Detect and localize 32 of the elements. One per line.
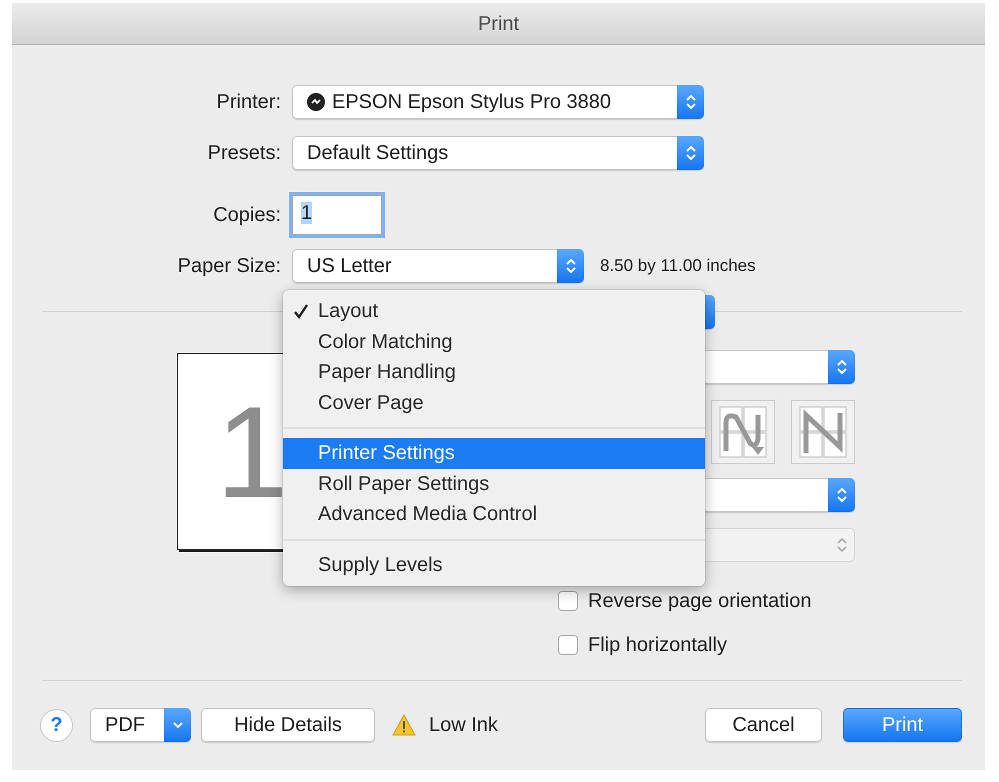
field-label: Paper Size: [176,254,282,279]
chevrons-icon [684,93,696,111]
pdf-menu-button[interactable]: PDF [90,708,191,742]
chevrons-icon [836,486,848,504]
chevrons-icon [684,144,696,162]
chevrons-icon [836,536,848,554]
checkbox[interactable] [558,635,578,655]
page-order-icon[interactable] [711,400,775,464]
warning-icon [392,714,416,736]
copies-field[interactable]: 1 [292,195,382,235]
checkbox-label: Reverse page orientation [588,589,812,614]
page-order-icon[interactable] [791,400,855,464]
help-button[interactable]: ? [40,708,73,742]
popup-button[interactable]: EPSON Epson Stylus Pro 3880 [292,85,704,119]
field-label: Printer: [216,90,282,115]
caret-icon [172,720,184,730]
popup-button[interactable]: Default Settings [292,136,704,170]
menu-item[interactable]: Layout [283,296,705,326]
chevrons-icon [564,257,576,275]
paper-dimensions: 8.50 by 11.00 inches [600,255,756,278]
chevrons-icon [836,358,848,376]
field-label: Presets: [206,141,282,166]
printer-status-icon [307,93,325,111]
popup-button[interactable]: US Letter [292,249,584,283]
checkbox-label: Flip horizontally [588,633,727,658]
menu-item[interactable]: Supply Levels [283,550,705,580]
menu-item[interactable]: Printer Settings [283,438,705,468]
status-text: Low Ink [429,713,498,738]
field-label: Copies: [212,203,282,228]
cancel-button[interactable]: Cancel [705,708,822,742]
checkbox[interactable] [558,591,578,611]
hide-details-button[interactable]: Hide Details [201,708,375,742]
